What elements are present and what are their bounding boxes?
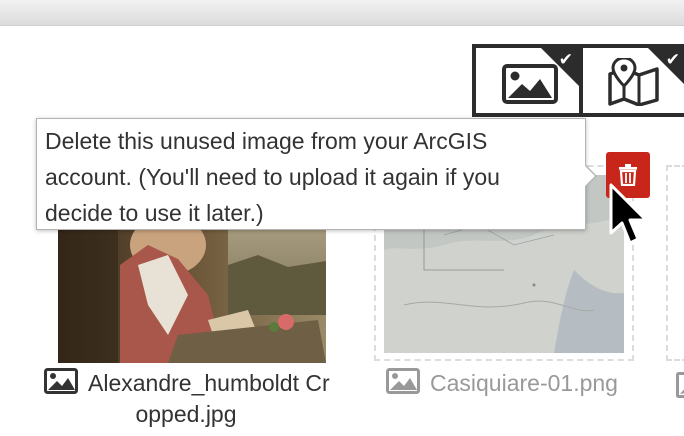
- image-thumbnail-humboldt[interactable]: [58, 225, 326, 363]
- check-icon: ✔: [665, 50, 680, 70]
- image-icon: [386, 368, 420, 400]
- image-icon: [44, 368, 78, 400]
- media-type-filters: ✔ ✔: [472, 44, 684, 117]
- image-icon: [676, 372, 684, 402]
- filter-maps-toggle[interactable]: ✔: [579, 44, 684, 117]
- filename: Casiquiare-01.png: [430, 370, 618, 396]
- filename-line-2: opped.jpg: [135, 401, 237, 427]
- tooltip-arrow: [584, 165, 595, 187]
- check-icon: ✔: [558, 50, 573, 70]
- delete-tooltip: Delete this unused image from your ArcGI…: [36, 118, 597, 230]
- tooltip-line-1: Delete this unused image from your ArcGI…: [45, 128, 488, 154]
- filter-images-toggle[interactable]: ✔: [472, 44, 583, 117]
- tooltip-line-3: decide to use it later.): [45, 200, 264, 226]
- image-card-partial[interactable]: [666, 165, 684, 361]
- filename-line-1: Alexandre_humboldt Cr: [88, 370, 330, 396]
- tooltip-line-2: account. (You'll need to upload it again…: [45, 164, 500, 190]
- image-caption-humboldt: Alexandre_humboldt Cr opped.jpg: [44, 368, 364, 428]
- mouse-cursor-icon: [609, 183, 648, 245]
- image-caption-casiquiare: Casiquiare-01.png: [386, 368, 656, 400]
- top-toolbar: [0, 0, 684, 26]
- portrait-painting-image: [58, 225, 326, 363]
